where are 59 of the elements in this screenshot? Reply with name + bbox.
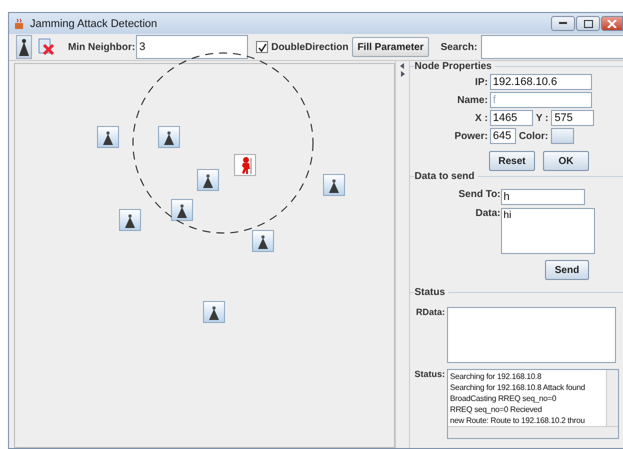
power-field[interactable]: 645: [490, 128, 516, 144]
name-field[interactable]: f: [490, 92, 592, 108]
java-cup-icon: [14, 18, 26, 30]
minimize-button[interactable]: [551, 16, 575, 31]
send-to-field[interactable]: h: [500, 189, 585, 205]
tower-node-icon[interactable]: [252, 230, 274, 252]
section-title: Node Properties: [414, 61, 493, 72]
search-label: Search:: [440, 42, 478, 52]
maximize-icon: [584, 20, 592, 28]
power-label: Power:: [454, 130, 488, 142]
min-neighbor-field[interactable]: 3: [136, 35, 248, 59]
double-direction-checkbox[interactable]: DoubleDirection: [256, 41, 348, 53]
status-line: new Route: Route to 192.168.10.2 throu: [450, 415, 586, 426]
tower-node-icon[interactable]: [197, 169, 219, 191]
add-node-button[interactable]: [16, 35, 32, 59]
tower-node-icon[interactable]: [119, 209, 141, 231]
section-title: Status: [414, 287, 446, 298]
close-button[interactable]: [601, 16, 623, 31]
tower-node-icon[interactable]: [158, 126, 180, 148]
min-neighbor-label: Min Neighbor:: [68, 42, 136, 52]
status-line: Searching for 192.168.10.8 Attack found: [450, 382, 586, 393]
tower-node-icon[interactable]: [203, 301, 225, 323]
data-text-area[interactable]: hi: [500, 208, 595, 254]
status-line: BroadCasting RREQ seq_no=0: [450, 393, 558, 404]
ip-label: IP:: [474, 76, 488, 88]
y-field[interactable]: 575: [551, 110, 594, 126]
tower-node-icon[interactable]: [97, 126, 119, 148]
close-icon: [607, 20, 617, 28]
ip-field[interactable]: 192.168.10.6: [490, 74, 592, 90]
splitter-arrows-icon[interactable]: [400, 63, 406, 77]
window-title: Jamming Attack Detection: [30, 18, 158, 30]
send-button[interactable]: Send: [545, 260, 589, 280]
x-label: X :: [474, 112, 488, 124]
search-field[interactable]: [481, 35, 623, 59]
properties-button[interactable]: Reset: [489, 151, 535, 171]
data-label: Data:: [474, 208, 501, 221]
horizontal-scrollbar[interactable]: [448, 426, 618, 438]
tower-node-icon[interactable]: [323, 174, 345, 196]
status-label: Status:: [414, 369, 445, 381]
status-log[interactable]: Searching for 192.168.10.8 Searching for 192.168.10.8 Attack found BroadCasting RREQ seq_no=0 RREQ seq_no=0 Recieved new Route: Route to 192.168.10.2 throu: [447, 369, 619, 439]
vertical-scrollbar[interactable]: [606, 370, 618, 426]
tower-node-icon[interactable]: [171, 199, 193, 221]
status-line: Searching for 192.168.10.8: [450, 371, 542, 382]
fill-parameter-button[interactable]: Fill Parameter: [352, 37, 429, 57]
send-to-label: Send To:: [458, 189, 501, 202]
minimize-icon: [559, 22, 567, 25]
rdata-label: RData:: [414, 307, 445, 319]
color-picker-button[interactable]: [551, 128, 574, 144]
status-line: RREQ seq_no=0 Recieved: [450, 404, 543, 415]
rdata-text-area[interactable]: [447, 307, 616, 363]
name-label: Name:: [456, 94, 488, 106]
x-field[interactable]: 1465: [490, 110, 533, 126]
check-icon: [258, 42, 267, 52]
attacker-node-icon[interactable]: [234, 154, 256, 176]
properties-button[interactable]: OK: [543, 151, 589, 171]
maximize-button[interactable]: [576, 16, 600, 31]
y-label: Y :: [536, 112, 548, 124]
section-title: Data to send: [414, 171, 476, 182]
color-label: Color:: [518, 130, 548, 142]
